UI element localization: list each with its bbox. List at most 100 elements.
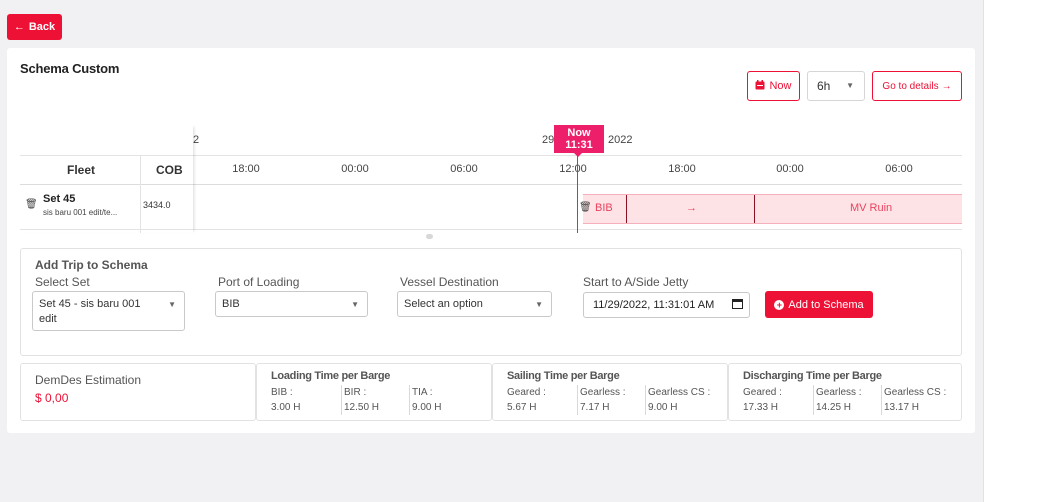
- discharging-item-value: 17.33 H: [743, 402, 779, 413]
- discharging-item-name: Geared :: [743, 387, 782, 398]
- sailing-item-name: Gearless CS :: [648, 387, 711, 398]
- select-set-value-line1: Set 45 - sis baru 001: [39, 298, 141, 310]
- sailing-item-value: 5.67 H: [507, 402, 537, 413]
- arrow-right-icon: →: [941, 80, 952, 92]
- sailing-item-name: Gearless :: [580, 387, 626, 398]
- date-label-center: 29: [542, 134, 555, 146]
- page-title: Schema Custom: [20, 61, 120, 76]
- chevron-down-icon: ▼: [168, 300, 176, 309]
- discharging-item-value: 13.17 H: [884, 402, 920, 413]
- trash-icon[interactable]: 🗑: [25, 199, 38, 210]
- set-subtitle: sis baru 001 edit/te...: [43, 208, 118, 217]
- demdes-label: DemDes Estimation: [35, 373, 142, 387]
- loading-title: Loading Time per Barge: [271, 370, 391, 382]
- add-to-schema-button[interactable]: + Add to Schema: [765, 291, 873, 318]
- trip-bar[interactable]: 🗑 BIB → MV Ruin: [579, 194, 962, 224]
- column-divider: [140, 155, 141, 233]
- sailing-item-value: 9.00 H: [648, 402, 678, 413]
- time-tick: 06:00: [450, 163, 478, 175]
- port-label: Port of Loading: [218, 275, 300, 289]
- vessel-label: Vessel Destination: [400, 275, 499, 289]
- loading-item-name: TIA :: [412, 387, 433, 398]
- time-tick: 00:00: [776, 163, 804, 175]
- discharging-item: Gearless : 14.25 H: [813, 385, 881, 415]
- start-label: Start to A/Side Jetty: [583, 275, 689, 289]
- now-flag-label: Now: [567, 127, 591, 139]
- date-label-left: 2: [193, 134, 200, 146]
- scroll-handle[interactable]: [426, 234, 433, 239]
- loading-item: BIB : 3.00 H: [271, 385, 341, 415]
- add-trip-form: Add Trip to Schema Select Set Set 45 - s…: [20, 248, 962, 356]
- plus-circle-icon: +: [774, 299, 785, 310]
- trash-icon[interactable]: 🗑: [579, 202, 592, 213]
- trip-destination-label: MV Ruin: [850, 202, 893, 214]
- discharging-item-value: 14.25 H: [816, 402, 852, 413]
- port-value: BIB: [222, 298, 240, 310]
- now-flag-time: 11:31: [565, 139, 593, 151]
- arrow-left-icon: ←: [13, 21, 25, 33]
- chevron-down-icon: ▼: [351, 300, 359, 309]
- segment-divider: [754, 195, 755, 223]
- grid-line: [20, 229, 193, 230]
- sailing-item: Gearless : 7.17 H: [577, 385, 645, 415]
- discharging-title: Discharging Time per Barge: [743, 370, 882, 382]
- add-label: Add to Schema: [788, 298, 864, 311]
- demdes-value: $ 0,00: [35, 391, 69, 405]
- go-to-details-button[interactable]: Go to details →: [872, 71, 962, 101]
- now-indicator-flag: Now 11:31: [554, 125, 604, 157]
- chevron-down-icon: ▼: [846, 81, 854, 90]
- select-set-dropdown[interactable]: Set 45 - sis baru 001 edit ▼: [32, 291, 185, 331]
- fleet-columns: Fleet COB 🗑 Set 45 sis baru 001 edit/te.…: [20, 125, 193, 233]
- right-panel: [983, 0, 1045, 502]
- time-tick: 18:00: [232, 163, 260, 175]
- loading-item-value: 12.50 H: [344, 402, 380, 413]
- port-dropdown[interactable]: BIB ▼: [215, 291, 368, 317]
- schema-card: Schema Custom Now 6h ▼ Go to details → 2…: [7, 48, 975, 433]
- sailing-time-card: Sailing Time per Barge Geared : 5.67 H G…: [492, 363, 728, 421]
- discharging-item: Geared : 17.33 H: [743, 385, 813, 415]
- time-tick: 00:00: [341, 163, 369, 175]
- calendar-icon[interactable]: [732, 298, 743, 312]
- range-select[interactable]: 6h ▼: [807, 71, 865, 101]
- loading-item-name: BIB :: [271, 387, 293, 398]
- sailing-item-value: 7.17 H: [580, 402, 610, 413]
- now-flag-pointer: [574, 153, 582, 157]
- date-label-right: 2022: [608, 134, 633, 146]
- schedule-timeline: 2 29 2022 18:00 00:00 06:00 12:00 18:00 …: [20, 125, 962, 233]
- set-name: Set 45: [43, 193, 76, 205]
- grid-line: [20, 155, 193, 156]
- sailing-item: Geared : 5.67 H: [507, 385, 577, 415]
- chevron-down-icon: ▼: [535, 300, 543, 309]
- now-label: Now: [769, 80, 792, 92]
- loading-time-card: Loading Time per Barge BIB : 3.00 H BIR …: [256, 363, 492, 421]
- back-button[interactable]: ← Back: [7, 14, 62, 40]
- range-value: 6h: [817, 79, 831, 93]
- cob-value: 3434.0: [143, 200, 171, 210]
- grid-line: [20, 184, 193, 185]
- trip-start-label: BIB: [595, 202, 613, 214]
- loading-item-value: 3.00 H: [271, 402, 301, 413]
- start-datetime-input[interactable]: 11/29/2022, 11:31:01 AM: [583, 292, 750, 318]
- loading-item: BIR : 12.50 H: [341, 385, 409, 415]
- time-tick: 18:00: [668, 163, 696, 175]
- select-set-label: Select Set: [35, 275, 90, 289]
- loading-item-value: 9.00 H: [412, 402, 442, 413]
- start-datetime-value: 11/29/2022, 11:31:01 AM: [593, 299, 715, 311]
- segment-divider: [626, 195, 627, 223]
- now-button[interactable]: Now: [747, 71, 800, 101]
- discharging-item: Gearless CS : 13.17 H: [881, 385, 959, 415]
- sailing-title: Sailing Time per Barge: [507, 370, 620, 382]
- discharging-item-name: Gearless CS :: [884, 387, 947, 398]
- details-label: Go to details: [882, 80, 939, 92]
- fleet-header: Fleet: [67, 163, 96, 177]
- sailing-item: Gearless CS : 9.00 H: [645, 385, 723, 415]
- discharging-item-name: Gearless :: [816, 387, 862, 398]
- vessel-dropdown[interactable]: Select an option ▼: [397, 291, 552, 317]
- loading-item: TIA : 9.00 H: [409, 385, 479, 415]
- time-tick: 06:00: [885, 163, 913, 175]
- form-title: Add Trip to Schema: [35, 258, 148, 272]
- select-set-value-line2: edit: [39, 313, 57, 325]
- discharging-time-card: Discharging Time per Barge Geared : 17.3…: [728, 363, 962, 421]
- demdes-estimation-card: DemDes Estimation $ 0,00: [20, 363, 256, 421]
- arrow-right-icon: →: [686, 202, 697, 214]
